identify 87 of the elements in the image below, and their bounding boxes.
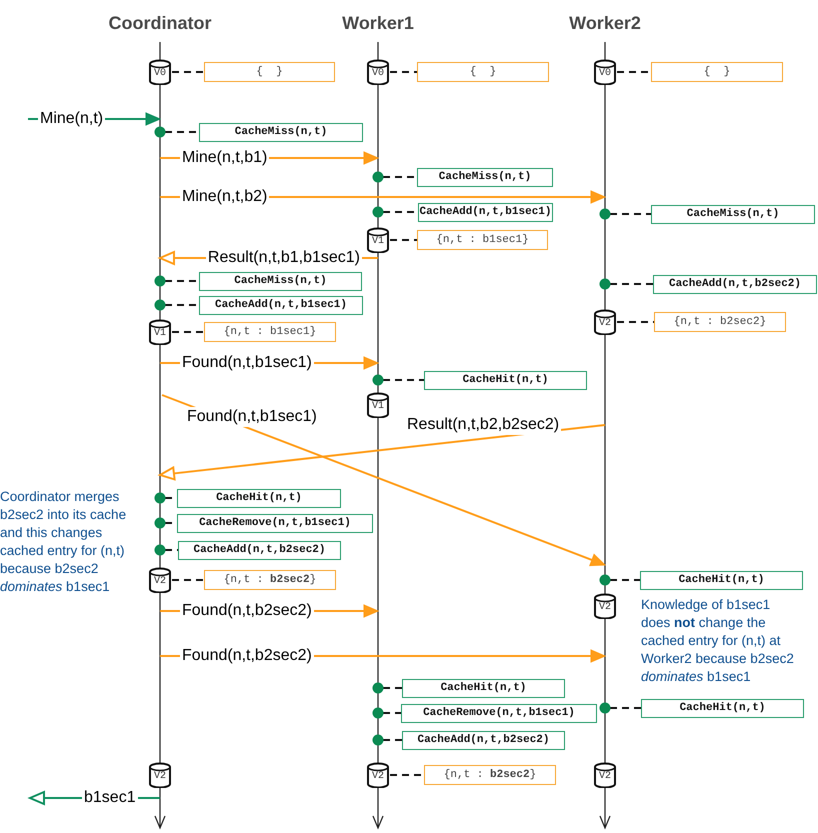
leader-line [610,283,653,285]
leader-line [617,321,654,323]
database-cylinder: V0 [148,59,172,85]
message-label: Mine(n,t,b2) [180,187,270,207]
participant-name: Worker2 [569,12,641,35]
message-label: Found(n,t,b1sec1) [185,407,319,427]
event-dot [154,276,166,286]
event-dot [600,208,610,220]
event-dot [600,702,610,714]
database-cylinder: V2 [148,567,172,593]
cache-event-box: CacheAdd(n,t,b1sec1) [418,203,553,222]
leader-line [383,176,417,178]
database-cylinder: V2 [148,762,172,788]
cache-event-box: CacheMiss(n,t) [199,272,362,291]
cache-event-box: CacheAdd(n,t,b2sec2) [402,731,565,750]
cache-state-box: {n,t : b1sec1} [204,322,336,342]
cache-event-box: CacheMiss(n,t) [651,205,815,224]
cache-event-box: CacheRemove(n,t,b1sec1) [177,514,373,533]
event-dot [372,172,384,182]
database-cylinder: V1 [366,227,390,253]
database-cylinder: V2 [593,593,617,619]
cache-event-box: CacheHit(n,t) [177,489,341,508]
message-label: Found(n,t,b2sec2) [180,646,314,666]
event-dot [600,574,610,586]
leader-line [383,687,402,689]
cache-state-box: {n,t : b2sec2} [424,765,556,785]
cache-state-box: {n,t : b2sec2} [204,570,336,590]
annotation-note: Knowledge of b1sec1 does not change the cached entry for (n,t) at Worker2 because b2sec2 dominates b1sec1 [641,596,794,686]
database-cylinder: V0 [593,59,617,85]
leader-line [172,331,204,333]
cache-state-box: {n,t : b1sec1} [417,230,548,250]
leader-line [610,579,640,581]
cache-state-box: { } [651,62,783,82]
message-label: Found(n,t,b1sec1) [180,353,314,373]
message-label: Mine(n,t,b1) [180,148,270,168]
database-cylinder: V1 [148,319,172,345]
cache-event-box: CacheRemove(n,t,b1sec1) [401,704,597,723]
event-dot [154,544,166,556]
leader-line [165,131,199,133]
leader-line [172,71,204,73]
cache-state-box: { } [417,62,549,82]
cache-event-box: CacheHit(n,t) [424,371,587,390]
leader-line [610,213,651,215]
database-cylinder: V0 [366,59,390,85]
cache-state-box: {n,t : b2sec2} [654,312,786,332]
cache-event-box: CacheAdd(n,t,b2sec2) [178,541,341,560]
cache-event-box: CacheAdd(n,t,b1sec1) [199,296,363,315]
leader-line [390,71,417,73]
message-label: Found(n,t,b2sec2) [180,601,314,621]
leader-line [165,304,199,306]
message-label: Result(n,t,b1,b1sec1) [206,248,362,268]
leader-line [390,774,424,776]
database-cylinder: V2 [366,762,390,788]
message-label: Mine(n,t) [38,109,106,129]
leader-line [617,71,651,73]
event-dot [372,682,384,694]
event-dot [154,518,166,528]
leader-line [165,549,178,551]
leader-line [165,280,199,282]
leader-line [390,239,417,241]
cache-event-box: CacheAdd(n,t,b2sec2) [653,275,817,294]
participant-name: Worker1 [342,12,414,35]
event-dot [600,278,610,290]
leader-line [610,707,641,709]
event-dot [154,492,166,504]
leader-line [172,579,204,581]
cache-event-box: CacheHit(n,t) [402,679,565,698]
cache-event-box: CacheMiss(n,t) [417,168,553,187]
event-dot [372,734,384,746]
leader-line [383,712,401,714]
event-dot [154,126,166,138]
leader-line [383,379,424,381]
event-dot [372,206,384,218]
cache-event-box: CacheHit(n,t) [640,571,803,590]
database-cylinder: V2 [593,762,617,788]
cache-event-box: CacheMiss(n,t) [199,123,363,142]
database-cylinder: V2 [593,309,617,335]
event-dot [154,300,166,310]
event-dot [372,374,384,386]
event-dot [372,708,384,718]
cache-event-box: CacheHit(n,t) [641,699,804,718]
database-cylinder: V1 [366,392,390,418]
message-label: Result(n,t,b2,b2sec2) [405,415,562,435]
cache-state-box: { } [204,62,335,82]
participant-name: Coordinator [108,12,212,35]
annotation-note: Coordinator merges b2sec2 into its cache and this changes cached entry for (n,t) because b2sec2 dominates b1sec1 [0,488,126,596]
leader-line [383,739,402,741]
